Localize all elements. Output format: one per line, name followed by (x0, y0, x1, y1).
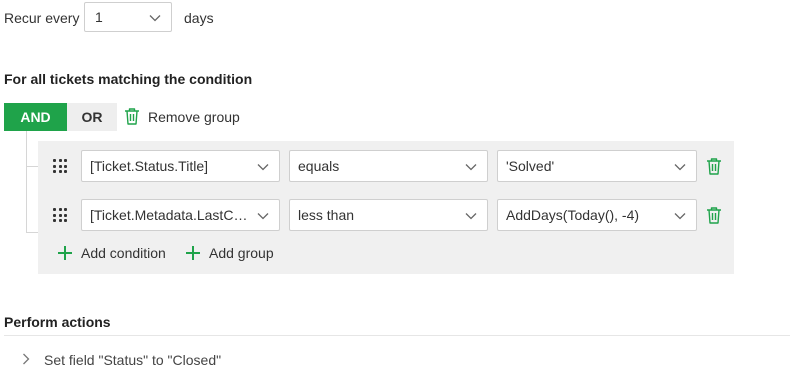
chevron-down-icon (149, 14, 161, 22)
trash-icon (124, 107, 140, 128)
remove-group-button[interactable]: Remove group (124, 107, 240, 127)
tree-connector-branch (26, 232, 38, 233)
plus-icon (58, 246, 72, 260)
condition-value-value: 'Solved' (506, 158, 555, 174)
chevron-down-icon (674, 163, 686, 171)
condition-field-select[interactable]: [Ticket.Metadata.LastCo... (81, 199, 280, 231)
and-toggle-button[interactable]: AND (4, 103, 67, 131)
chevron-down-icon (465, 163, 477, 171)
recur-interval-value: 1 (95, 9, 103, 25)
condition-operator-select[interactable]: less than (289, 199, 488, 231)
chevron-down-icon (674, 212, 686, 220)
add-group-button[interactable]: Add group (186, 243, 274, 263)
action-item[interactable]: Set field "Status" to "Closed" (22, 350, 221, 370)
chevron-right-icon (22, 352, 30, 368)
recur-interval-select[interactable]: 1 (84, 2, 172, 32)
add-condition-button[interactable]: Add condition (58, 243, 166, 263)
drag-handle-icon[interactable] (53, 208, 67, 222)
chevron-down-icon (465, 212, 477, 220)
drag-handle-icon[interactable] (53, 159, 67, 173)
action-item-label: Set field "Status" to "Closed" (44, 352, 222, 368)
condition-operator-select[interactable]: equals (289, 150, 488, 182)
chevron-down-icon (257, 163, 269, 171)
add-group-label: Add group (209, 245, 274, 261)
or-toggle-button[interactable]: OR (67, 103, 117, 131)
chevron-down-icon (257, 212, 269, 220)
tree-connector (26, 131, 27, 233)
conditions-heading: For all tickets matching the condition (4, 71, 253, 87)
plus-icon (186, 246, 200, 260)
recur-label: Recur every (4, 10, 80, 26)
tree-connector-branch (26, 166, 38, 167)
condition-field-select[interactable]: [Ticket.Status.Title] (81, 150, 280, 182)
section-divider (4, 335, 790, 336)
remove-group-label: Remove group (148, 109, 240, 125)
condition-operator-value: less than (298, 207, 355, 223)
condition-field-value: [Ticket.Metadata.LastCo... (90, 207, 249, 223)
delete-condition-icon[interactable] (706, 206, 722, 224)
condition-field-value: [Ticket.Status.Title] (90, 158, 208, 174)
condition-value-select[interactable]: 'Solved' (497, 150, 697, 182)
condition-value-select[interactable]: AddDays(Today(), -4) (497, 199, 697, 231)
delete-condition-icon[interactable] (706, 157, 722, 175)
actions-heading: Perform actions (4, 314, 111, 330)
recur-unit-label: days (184, 10, 214, 26)
add-condition-label: Add condition (81, 245, 166, 261)
condition-operator-value: equals (298, 158, 340, 174)
condition-value-value: AddDays(Today(), -4) (506, 207, 640, 223)
